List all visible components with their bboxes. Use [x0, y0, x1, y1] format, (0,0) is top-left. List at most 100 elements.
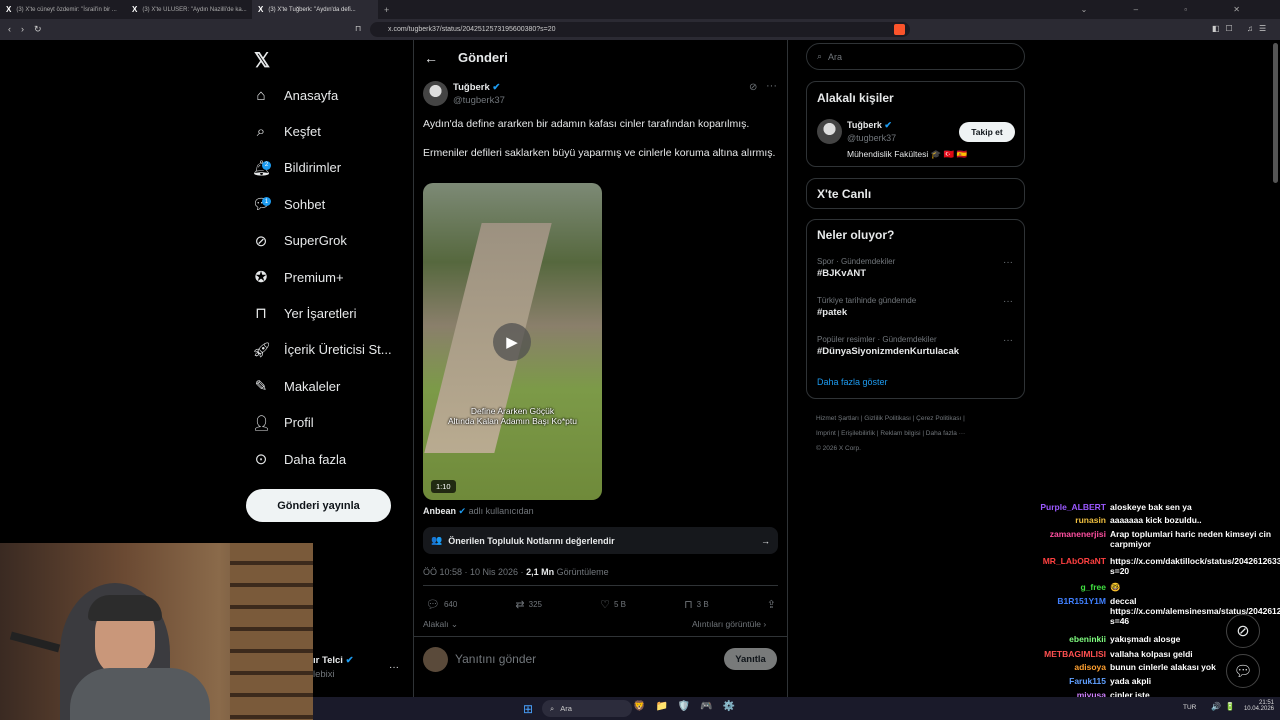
nav-item-yer-i-aretleri[interactable]: ⊓ Yer İşaretleri: [252, 299, 356, 327]
author-name[interactable]: Tuğberk ✔: [453, 82, 500, 93]
more-icon[interactable]: ···: [1003, 335, 1013, 346]
browser-tab-active[interactable]: X (3) X'te Tuğberk: "Aydın'da defi...: [252, 0, 378, 19]
like-button[interactable]: ♡ 5 B: [600, 598, 626, 611]
chat-message: Purple_ALBERT aloskeye bak sen ya: [1040, 502, 1280, 512]
more-icon[interactable]: ···: [1003, 257, 1013, 268]
nav-item-ke-fet[interactable]: ⌕ Keşfet: [252, 117, 321, 145]
tweet-text: Ermeniler defileri saklarken büyü yaparm…: [423, 147, 776, 159]
author-handle[interactable]: @tugberk37: [453, 95, 505, 106]
tab-title: (3) X'te ULUSER: "Aydın Nazilli'de ka...: [142, 6, 247, 13]
chat-text: aaaaaaa kick bozuldu..: [1110, 515, 1202, 525]
bell-icon: 🔔︎ 2: [252, 159, 272, 177]
taskbar-search[interactable]: ⌕ Ara: [542, 700, 632, 717]
play-icon[interactable]: ▶: [493, 323, 531, 361]
nav-item-daha-fazla[interactable]: ⊙ Daha fazla: [252, 445, 346, 473]
nav-item-supergrok[interactable]: ⊘ SuperGrok: [252, 227, 347, 255]
clock[interactable]: 21:51 10.04.2026: [1238, 700, 1274, 712]
tab-title: (3) X'te cüneyt özdemir: "İsrail'in bir …: [16, 6, 117, 13]
verified-icon: ✔: [492, 82, 501, 93]
video-player[interactable]: ▶ Define Ararken Göçük Altında Kalan Adam…: [423, 183, 602, 500]
avatar[interactable]: [423, 81, 448, 106]
home-icon: ⌂: [256, 86, 266, 104]
back-arrow-icon[interactable]: ←: [424, 50, 438, 66]
more-circle-icon: ⊙: [254, 451, 268, 468]
address-bar[interactable]: x.com/tugberk37/status/20425125731956003…: [370, 22, 910, 37]
search-input[interactable]: ⌕ Ara: [806, 43, 1025, 70]
x-logo-icon: X: [6, 5, 12, 14]
brave-shield-icon[interactable]: [894, 24, 905, 35]
nav-arrows-icon[interactable]: ‹›↻: [8, 24, 52, 35]
follow-button[interactable]: Takip et: [959, 122, 1015, 142]
community-notes-button[interactable]: 👥 Önerilen Topluluk Notlarını değerlendir…: [423, 527, 778, 554]
person-icon: 👤︎: [252, 414, 272, 432]
view-quotes-link[interactable]: Alıntıları görüntüle ›: [692, 619, 766, 629]
trend-item[interactable]: Spor · Gündemdekiler #BJKvANT ···: [817, 257, 1017, 279]
nav-item-label: Keşfet: [284, 123, 321, 139]
browser-tab[interactable]: X (3) X'te cüneyt özdemir: "İsrail'in bir…: [0, 0, 126, 19]
card-title: Neler oluyor?: [817, 228, 895, 242]
messages-icon[interactable]: 💬︎: [1226, 654, 1260, 688]
card-title: Alakalı kişiler: [817, 91, 894, 105]
chat-username: adisoya: [1074, 662, 1106, 672]
sort-relevant-dropdown[interactable]: Alakalı ⌄: [423, 619, 458, 630]
nav-item-bildirimler[interactable]: 🔔︎ 2 Bildirimler: [252, 154, 341, 182]
tray-icons[interactable]: 🔊🔋: [1211, 702, 1239, 711]
divider: [423, 585, 778, 586]
browser-tab[interactable]: X (3) X'te ULUSER: "Aydın Nazilli'de ka..…: [126, 0, 252, 19]
more-icon[interactable]: ···: [1003, 296, 1013, 307]
chat-text: https://x.com/daktillock/status/20426126…: [1110, 556, 1280, 576]
post-button[interactable]: Gönderi yayınla: [246, 489, 391, 522]
show-more-link[interactable]: Daha fazla göster: [817, 377, 888, 387]
extension-icons[interactable]: ◧☐ ♫☰: [1212, 24, 1272, 33]
grok-icon[interactable]: ⊘: [1226, 614, 1260, 648]
nav-item-label: Bildirimler: [284, 160, 342, 176]
windows-start-icon[interactable]: ⊞: [523, 702, 533, 716]
nav-item-label: SuperGrok: [284, 233, 347, 249]
reply-input[interactable]: Yanıtını gönder: [455, 652, 536, 666]
more-icon[interactable]: ···: [766, 80, 777, 92]
language-indicator[interactable]: TUR: [1183, 704, 1196, 711]
chat-username: g_free: [1080, 582, 1106, 592]
person-name[interactable]: Tuğberk ✔: [847, 120, 892, 131]
nav-item-premium-[interactable]: ✪ Premium+: [252, 263, 344, 291]
url-text: x.com/tugberk37/status/20425125731956003…: [388, 26, 556, 33]
account-more-icon[interactable]: ···: [389, 662, 399, 673]
reply-button[interactable]: 💬︎ 640: [426, 598, 457, 611]
account-name[interactable]: ır Telci ✔: [313, 655, 354, 666]
chat-message: MR_LAbORaNT https://x.com/daktillock/stat…: [1040, 556, 1280, 576]
nav-item-anasayfa[interactable]: ⌂ Anasayfa: [252, 81, 338, 109]
scrollbar-thumb[interactable]: [1273, 43, 1278, 183]
nav-item-label: Sohbet: [284, 196, 326, 212]
grok-icon[interactable]: ⊘: [749, 82, 757, 93]
x-logo-icon[interactable]: 𝕏: [254, 48, 270, 73]
webcam-overlay: [0, 543, 313, 720]
person-handle[interactable]: @tugberk37: [847, 133, 896, 143]
bookmark-button[interactable]: ⊓ 3 B: [684, 598, 709, 611]
bookmark-page-icon[interactable]: ⊓: [355, 24, 361, 33]
share-icon[interactable]: ⇪: [767, 598, 776, 611]
avatar[interactable]: [817, 119, 842, 144]
bookmark-icon: ⊓: [255, 305, 267, 323]
media-source[interactable]: Anbean ✔ adlı kullanıcıdan: [423, 506, 534, 517]
video-duration: 1:10: [431, 480, 456, 493]
trend-item[interactable]: Popüler resimler · Gündemdekiler #DünyaSi…: [817, 335, 1017, 357]
new-tab-button[interactable]: +: [384, 5, 389, 15]
chat-message: zamanenerjisi Arap toplumlari haric neden…: [1040, 529, 1280, 549]
taskbar-app-icons[interactable]: 🦁📁🛡️🎮⚙️: [633, 701, 745, 712]
reply-submit-button[interactable]: Yanıtla: [724, 648, 777, 670]
nav-item-makaleler[interactable]: ✎ Makaleler: [252, 372, 341, 400]
nav-item-sohbet[interactable]: 💬︎ 1 Sohbet: [252, 190, 325, 218]
divider: [413, 636, 787, 637]
taskbar: ⊞ ⌕ Ara 🦁📁🛡️🎮⚙️ TUR 🔊🔋 21:51 10.04.2026: [313, 697, 1280, 720]
action-bar: 💬︎ 640 ⇄ 325 ♡ 5 B ⊓ 3 B ⇪: [426, 598, 776, 611]
trend-item[interactable]: Türkiye tarihinde gündemde #patek ···: [817, 296, 1017, 318]
premium-icon: ✪: [254, 269, 268, 286]
repost-button[interactable]: ⇄ 325: [515, 598, 542, 611]
footer-links[interactable]: Hizmet Şartları | Gizlilik Politikası | …: [816, 411, 965, 456]
nav-item-profil[interactable]: 👤︎ Profil: [252, 409, 314, 437]
trends-card: Neler oluyor? Spor · Gündemdekiler #BJKvA…: [806, 219, 1025, 399]
nav-item-i-erik-reticisi-st-[interactable]: 🚀︎ İçerik Üreticisi St...: [252, 336, 392, 364]
window-controls[interactable]: ⌄ – ▫ ✕: [1081, 5, 1262, 14]
live-card[interactable]: X'te Canlı: [806, 178, 1025, 209]
account-handle[interactable]: lebixi: [313, 669, 335, 680]
